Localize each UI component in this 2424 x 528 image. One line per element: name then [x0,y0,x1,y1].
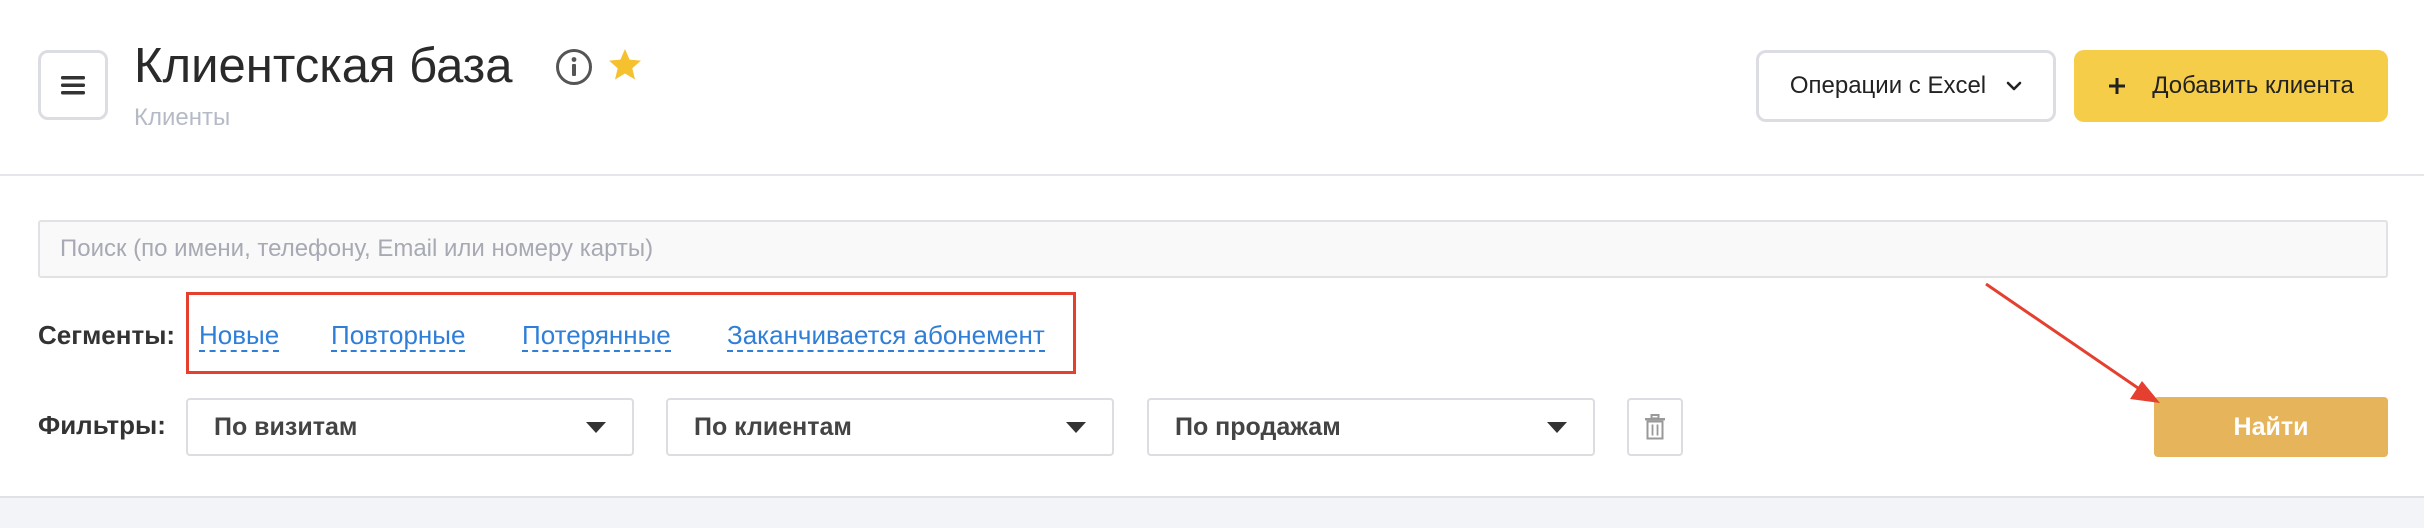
filters-label: Фильтры: [38,410,166,440]
add-client-button[interactable]: Добавить клиента [2074,50,2388,122]
star-icon[interactable] [606,46,644,84]
info-icon[interactable] [555,48,593,86]
filter-visits-value: По визитам [214,412,358,441]
excel-operations-label: Операции с Excel [1789,72,1987,99]
filter-clients-value: По клиентам [694,412,852,441]
caret-down-icon [1066,421,1086,433]
filter-sales-value: По продажам [1175,412,1341,441]
chevron-down-icon [2006,81,2022,91]
annotation-arrow [1985,282,2160,403]
caret-down-icon [1547,421,1567,433]
content-area [0,496,2424,528]
segment-subscription-ending-link[interactable]: Заканчивается абонемент [727,320,1045,352]
filter-visits-select[interactable]: По визитам [186,398,634,456]
segment-lost-link[interactable]: Потерянные [522,320,671,352]
filter-clients-select[interactable]: По клиентам [666,398,1114,456]
segments-label: Сегменты: [38,320,176,350]
hamburger-icon [61,76,85,95]
caret-down-icon [586,421,606,433]
excel-operations-button[interactable]: Операции с Excel [1756,50,2056,122]
segment-repeat-link[interactable]: Повторные [331,320,466,352]
add-client-label: Добавить клиента [2152,72,2354,99]
segment-new-link[interactable]: Новые [199,320,280,352]
clear-filters-button[interactable] [1627,398,1683,456]
page-subtitle: Клиенты [134,104,231,131]
trash-icon [1645,414,1665,440]
plus-icon [2109,78,2126,94]
menu-button[interactable] [38,50,108,120]
page-header: Клиентская база Клиенты Операции с Excel… [0,0,2424,176]
filter-sales-select[interactable]: По продажам [1147,398,1595,456]
search-input[interactable] [38,220,2388,278]
find-button[interactable]: Найти [2154,397,2388,457]
page-title: Клиентская база [134,39,513,93]
